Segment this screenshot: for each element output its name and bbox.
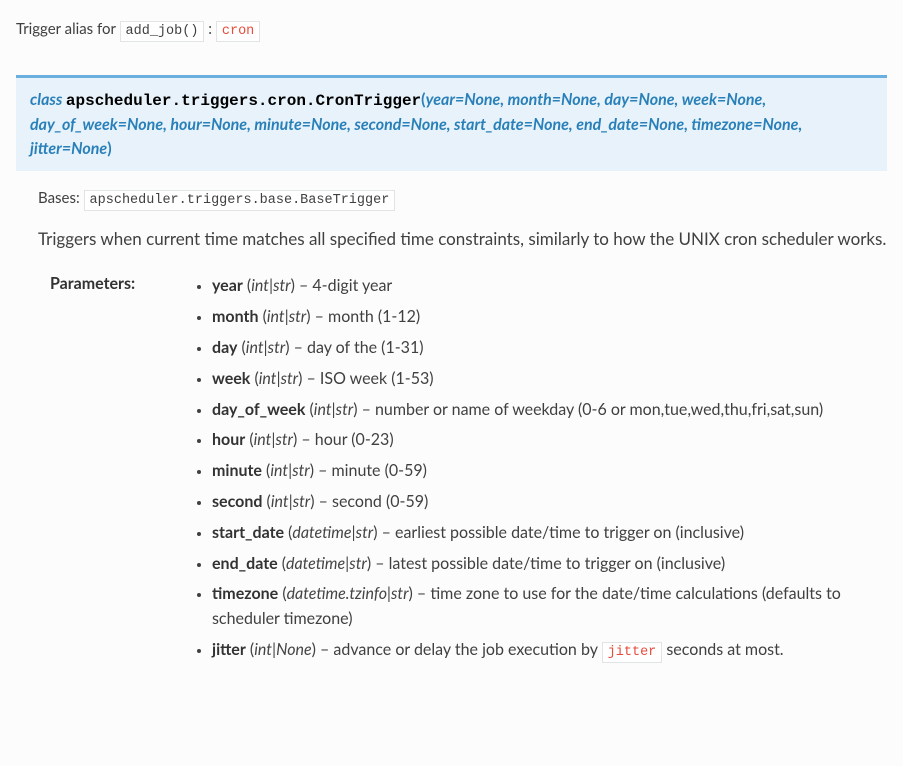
parameter-type: int|str xyxy=(271,492,310,511)
parameter-desc: earliest possible date/time to trigger o… xyxy=(395,523,744,542)
parameter-type: int|str xyxy=(246,338,285,357)
parameter-dash: – xyxy=(315,307,328,326)
trigger-alias-sep: : xyxy=(208,20,216,38)
parameter-desc: hour (0-23) xyxy=(315,430,394,449)
parameters-block: Parameters: year (int|str) – 4-digit yea… xyxy=(38,274,887,669)
parameter-dash: – xyxy=(319,492,332,511)
parameter-desc: advance or delay the job execution by xyxy=(333,640,601,659)
parameter-desc: ISO week (1-53) xyxy=(320,369,434,388)
parameter-type: datetime.tzinfo|str xyxy=(287,584,409,603)
parameter-name: jitter xyxy=(212,640,246,659)
parameter-item: year (int|str) – 4-digit year xyxy=(212,274,887,299)
parameter-dash: – xyxy=(318,461,331,480)
bases-line: Bases: apscheduler.triggers.base.BaseTri… xyxy=(38,189,887,208)
parameter-item: month (int|str) – month (1-12) xyxy=(212,305,887,330)
parameter-name: second xyxy=(212,492,262,511)
parameter-desc: minute (0-59) xyxy=(332,461,427,480)
parameter-inline-code: jitter xyxy=(602,642,663,663)
class-module-path: apscheduler.triggers.cron. xyxy=(66,92,316,110)
parameter-desc: month (1-12) xyxy=(328,307,420,326)
parameter-name: start_date xyxy=(212,523,284,542)
parameter-type: int|str xyxy=(267,307,306,326)
parameter-name: end_date xyxy=(212,554,278,573)
parameter-dash: – xyxy=(301,430,314,449)
alias-code: cron xyxy=(216,21,260,42)
class-keyword: class xyxy=(30,90,66,109)
parameter-name: day_of_week xyxy=(212,400,305,419)
parameter-dash: – xyxy=(307,369,320,388)
parameter-item: start_date (datetime|str) – earliest pos… xyxy=(212,521,887,546)
parameter-type: datetime|str xyxy=(286,554,367,573)
parameter-item: timezone (datetime.tzinfo|str) – time zo… xyxy=(212,582,887,632)
parameter-type: int|str xyxy=(270,461,309,480)
paren-close: ) xyxy=(107,139,111,158)
parameter-item: hour (int|str) – hour (0-23) xyxy=(212,428,887,453)
parameter-desc: seconds at most. xyxy=(662,640,783,659)
parameter-desc: latest possible date/time to trigger on … xyxy=(389,554,726,573)
parameter-item: jitter (int|None) – advance or delay the… xyxy=(212,638,887,664)
parameter-item: second (int|str) – second (0-59) xyxy=(212,490,887,515)
parameter-type: int|str xyxy=(251,276,290,295)
parameters-list: year (int|str) – 4-digit year month (int|… xyxy=(194,274,887,669)
parameter-item: end_date (datetime|str) – latest possibl… xyxy=(212,552,887,577)
parameter-type: int|str xyxy=(259,369,298,388)
bases-label: Bases: xyxy=(38,189,84,207)
doc-page: Trigger alias for add_job() : cron class… xyxy=(0,0,903,710)
parameter-name: day xyxy=(212,338,237,357)
parameter-desc: 4-digit year xyxy=(312,276,392,295)
class-description: Triggers when current time matches all s… xyxy=(38,226,887,252)
parameter-dash: – xyxy=(320,640,333,659)
class-name: CronTrigger xyxy=(316,92,422,110)
parameter-desc: second (0-59) xyxy=(332,492,428,511)
parameter-desc: day of the (1-31) xyxy=(307,338,424,357)
parameter-name: hour xyxy=(212,430,245,449)
add-job-code: add_job() xyxy=(120,21,205,42)
parameter-item: minute (int|str) – minute (0-59) xyxy=(212,459,887,484)
parameter-dash: – xyxy=(299,276,312,295)
parameter-item: week (int|str) – ISO week (1-53) xyxy=(212,367,887,392)
parameter-name: minute xyxy=(212,461,262,480)
parameter-dash: – xyxy=(417,584,430,603)
parameter-dash: – xyxy=(294,338,307,357)
parameters-label: Parameters: xyxy=(38,274,160,293)
parameter-dash: – xyxy=(382,523,395,542)
parameter-type: datetime|str xyxy=(292,523,373,542)
parameter-item: day_of_week (int|str) – number or name o… xyxy=(212,398,887,423)
class-signature: class apscheduler.triggers.cron.CronTrig… xyxy=(16,75,887,171)
parameter-type: int|str xyxy=(254,430,293,449)
parameter-type: int|None xyxy=(254,640,311,659)
parameter-name: year xyxy=(212,276,243,295)
bases-value: apscheduler.triggers.base.BaseTrigger xyxy=(84,190,396,211)
trigger-alias-prefix: Trigger alias for xyxy=(16,20,120,38)
parameter-name: week xyxy=(212,369,250,388)
parameter-dash: – xyxy=(362,400,375,419)
parameter-dash: – xyxy=(375,554,388,573)
parameter-name: month xyxy=(212,307,258,326)
class-body: Bases: apscheduler.triggers.base.BaseTri… xyxy=(16,171,887,670)
parameter-item: day (int|str) – day of the (1-31) xyxy=(212,336,887,361)
parameter-type: int|str xyxy=(314,400,353,419)
parameter-desc: number or name of weekday (0-6 or mon,tu… xyxy=(375,400,823,419)
parameter-name: timezone xyxy=(212,584,278,603)
trigger-alias-line: Trigger alias for add_job() : cron xyxy=(16,20,887,39)
